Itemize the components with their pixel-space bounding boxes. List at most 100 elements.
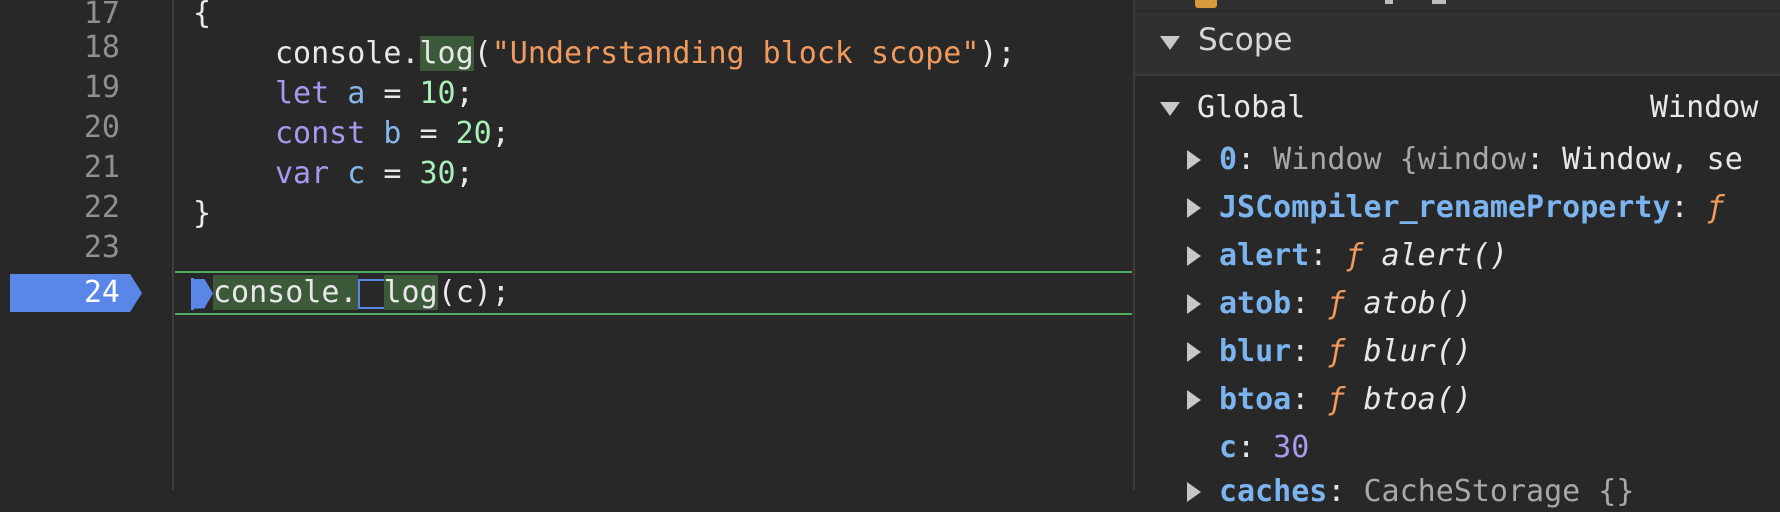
line-number[interactable]: 23	[30, 228, 120, 268]
code-area[interactable]: { console.log("Understanding block scope…	[175, 0, 1132, 490]
token-number: 10	[419, 76, 456, 111]
expand-triangle-icon[interactable]	[1187, 198, 1201, 218]
property-name: blur	[1219, 334, 1292, 369]
global-scope-row[interactable]: Global Window	[1135, 88, 1780, 128]
property-value: CacheStorage {}	[1345, 474, 1635, 509]
code-line-17: {	[193, 0, 211, 34]
property-value: 30	[1255, 430, 1310, 465]
property-colon: :	[1291, 382, 1310, 417]
function-signature: alert()	[1363, 238, 1508, 273]
property-name: alert	[1219, 238, 1310, 273]
function-symbol: ƒ	[1309, 286, 1346, 321]
continue-marker-icon[interactable]	[191, 278, 213, 309]
line-number[interactable]: 20	[30, 108, 120, 148]
code-line-24: console. log(c);	[191, 273, 510, 313]
expand-triangle-icon[interactable]	[1187, 294, 1201, 314]
token-function: log	[383, 275, 438, 310]
property-value: window	[1417, 142, 1527, 177]
brace: {	[193, 0, 212, 31]
scope-section-header[interactable]: Scope	[1135, 12, 1780, 76]
global-label: Global	[1197, 90, 1306, 125]
code-line-19: let a = 10;	[275, 74, 474, 114]
code-line-20: const b = 20;	[275, 114, 510, 154]
property-row[interactable]: c: 30	[1135, 428, 1780, 468]
property-colon: :	[1327, 474, 1346, 509]
token-function: log	[419, 36, 474, 71]
function-symbol: ƒ	[1309, 334, 1346, 369]
function-signature: atob()	[1345, 286, 1472, 321]
function-symbol: ƒ	[1309, 382, 1346, 417]
code-line-21: var c = 30;	[275, 154, 474, 194]
property-colon: :	[1670, 190, 1689, 225]
token-keyword: const	[275, 116, 366, 151]
property-row[interactable]: 0: Window {window: Window, se	[1135, 140, 1780, 180]
property-colon: :	[1291, 286, 1310, 321]
property-name: 0	[1219, 142, 1238, 177]
function-symbol: ƒ	[1688, 190, 1725, 225]
property-row[interactable]: caches: CacheStorage {}	[1135, 472, 1780, 512]
brace: }	[193, 196, 212, 231]
token-args: (c);	[437, 275, 510, 310]
token-keyword: let	[275, 76, 330, 111]
collapse-triangle-icon[interactable]	[1160, 102, 1180, 116]
property-name: JSCompiler_renameProperty	[1219, 190, 1671, 225]
continue-marker-icon[interactable]	[357, 278, 384, 309]
source-editor: 17 18 19 20 21 22 23 24 { console.log("U…	[0, 0, 1132, 490]
toolbar-fragment	[1385, 0, 1393, 4]
token-punct: );	[979, 36, 1016, 71]
function-signature: btoa()	[1345, 382, 1472, 417]
code-line-18: console.log("Understanding block scope")…	[275, 34, 1016, 74]
token-operator: =	[401, 116, 456, 151]
expand-triangle-icon[interactable]	[1187, 246, 1201, 266]
expand-triangle-icon[interactable]	[1187, 342, 1201, 362]
property-row[interactable]: atob: ƒ atob()	[1135, 284, 1780, 324]
property-value: : Window, se	[1526, 142, 1743, 177]
token-punct: ;	[455, 76, 474, 111]
property-row[interactable]: JSCompiler_renameProperty: ƒ	[1135, 188, 1780, 228]
token-punct: (	[473, 36, 492, 71]
function-signature: blur()	[1345, 334, 1472, 369]
token-operator: =	[365, 156, 420, 191]
token-variable: a	[347, 76, 366, 111]
function-symbol: ƒ	[1327, 238, 1364, 273]
property-name: btoa	[1219, 382, 1292, 417]
property-row[interactable]: alert: ƒ alert()	[1135, 236, 1780, 276]
property-name: c	[1219, 430, 1238, 465]
line-number[interactable]: 21	[30, 148, 120, 188]
expand-triangle-icon[interactable]	[1187, 150, 1201, 170]
property-colon: :	[1237, 430, 1256, 465]
property-colon: :	[1291, 334, 1310, 369]
collapse-triangle-icon[interactable]	[1160, 36, 1180, 50]
global-type: Window	[1650, 90, 1759, 125]
token-object: console.	[275, 36, 420, 71]
token-variable: c	[347, 156, 366, 191]
property-row[interactable]: blur: ƒ blur()	[1135, 332, 1780, 372]
token-number: 20	[455, 116, 492, 151]
code-line-22: }	[193, 194, 211, 234]
token-variable: b	[383, 116, 402, 151]
property-row[interactable]: btoa: ƒ btoa()	[1135, 380, 1780, 420]
line-number[interactable]: 18	[30, 28, 120, 68]
property-name: atob	[1219, 286, 1292, 321]
expand-triangle-icon[interactable]	[1187, 482, 1201, 502]
sidebar-top-strip	[1135, 0, 1780, 10]
status-icon	[1195, 0, 1217, 8]
line-number-active[interactable]: 24	[30, 273, 120, 313]
debugger-sidebar: Scope Global Window 0: Window {window: W…	[1133, 0, 1780, 509]
line-number-gutter[interactable]: 17 18 19 20 21 22 23 24	[0, 0, 174, 490]
line-number[interactable]: 19	[30, 68, 120, 108]
toolbar-fragment	[1432, 0, 1446, 4]
token-punct: ;	[491, 116, 510, 151]
property-value: Window {	[1255, 142, 1418, 177]
token-string: "Understanding block scope"	[491, 36, 980, 71]
token-number: 30	[419, 156, 456, 191]
expand-triangle-icon[interactable]	[1187, 390, 1201, 410]
token-punct: ;	[455, 156, 474, 191]
token-operator: =	[365, 76, 420, 111]
property-colon: :	[1309, 238, 1328, 273]
property-name: caches	[1219, 474, 1328, 509]
token-keyword: var	[275, 156, 330, 191]
line-number[interactable]: 22	[30, 188, 120, 228]
scope-title: Scope	[1198, 22, 1293, 58]
token-object: console.	[213, 275, 358, 310]
